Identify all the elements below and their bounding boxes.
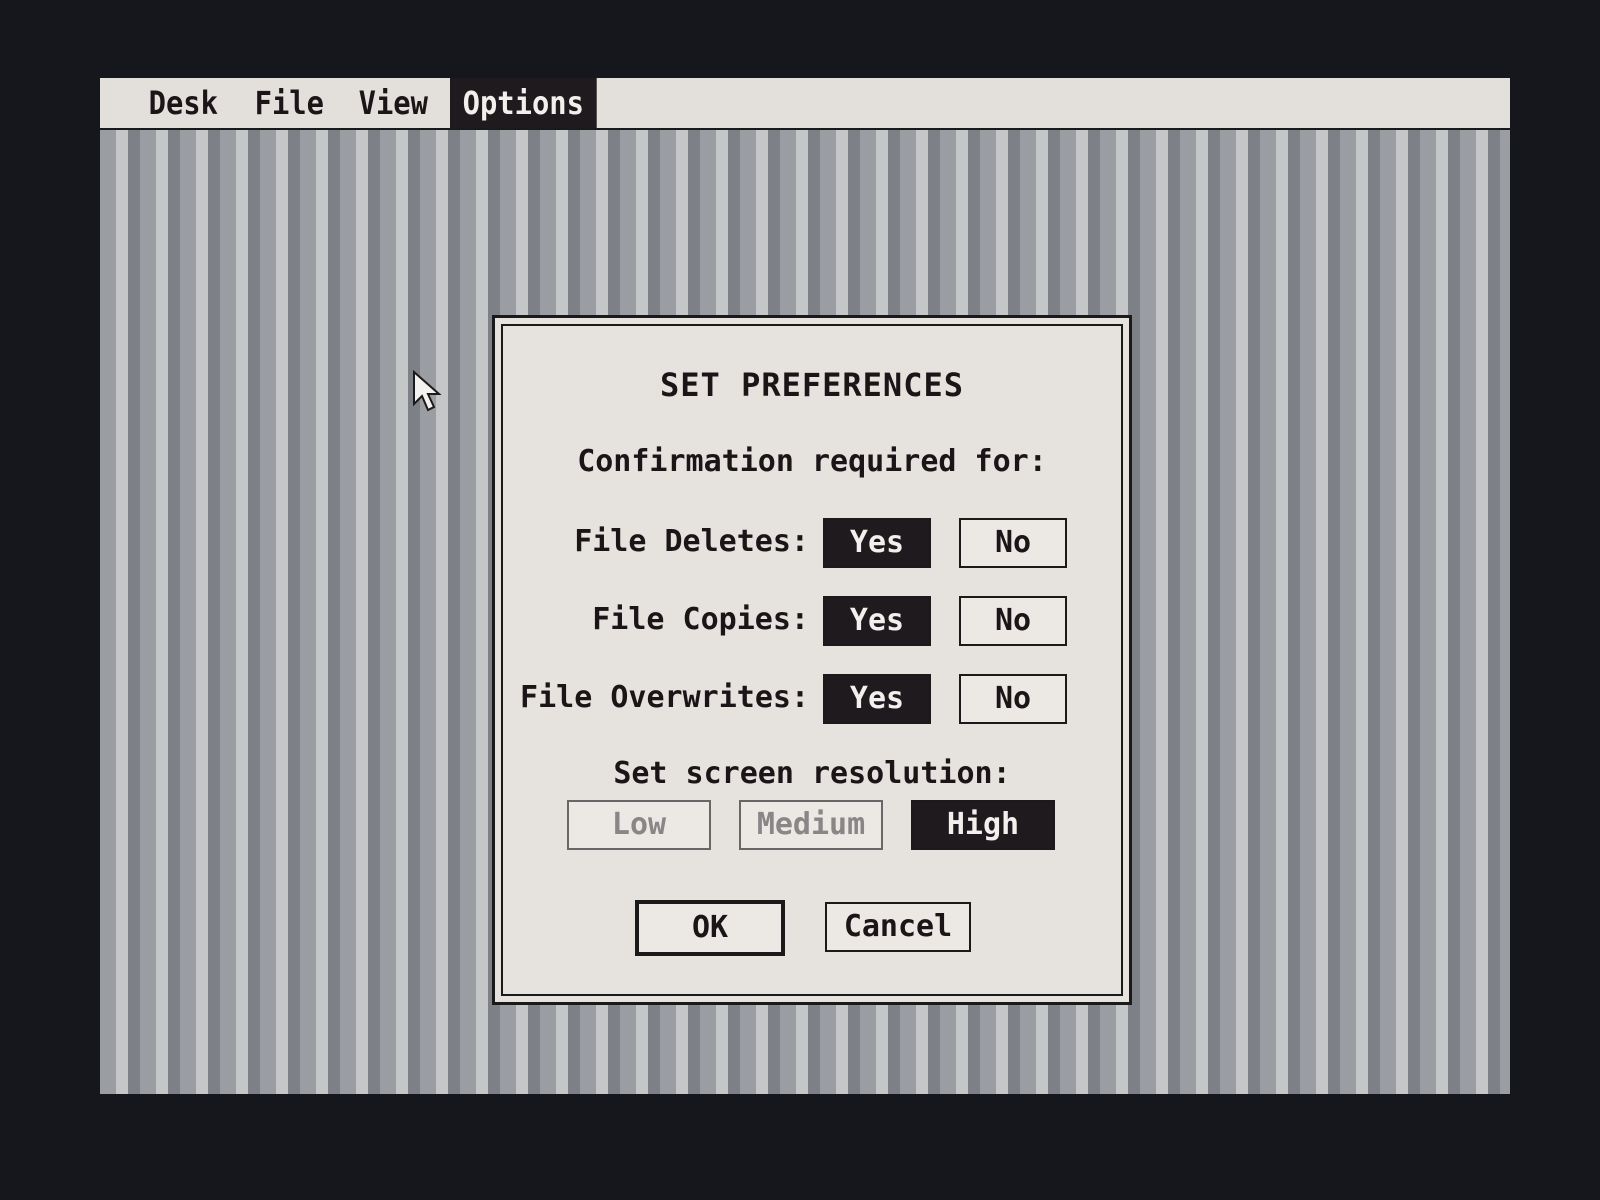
desktop-background[interactable]: SET PREFERENCES Confirmation required fo… bbox=[100, 130, 1510, 1094]
file-deletes-no-button[interactable]: No bbox=[959, 518, 1067, 568]
file-overwrites-yes-button[interactable]: Yes bbox=[823, 674, 931, 724]
monitor-screen: Desk File View Options SET PREFERENCES C… bbox=[100, 78, 1510, 1094]
resolution-heading: Set screen resolution: bbox=[613, 756, 1011, 791]
menu-bar: Desk File View Options bbox=[100, 78, 1510, 130]
menu-desk[interactable]: Desk bbox=[136, 78, 231, 128]
file-copies-label: File Copies: bbox=[592, 602, 809, 637]
file-deletes-label: File Deletes: bbox=[574, 524, 809, 559]
dialog-title: SET PREFERENCES bbox=[660, 366, 964, 404]
resolution-high-button[interactable]: High bbox=[911, 800, 1055, 850]
file-copies-yes-button[interactable]: Yes bbox=[823, 596, 931, 646]
file-deletes-yes-button[interactable]: Yes bbox=[823, 518, 931, 568]
file-overwrites-no-button[interactable]: No bbox=[959, 674, 1067, 724]
dialog-inner-frame: SET PREFERENCES Confirmation required fo… bbox=[501, 324, 1123, 996]
set-preferences-dialog: SET PREFERENCES Confirmation required fo… bbox=[492, 315, 1132, 1005]
resolution-medium-button[interactable]: Medium bbox=[739, 800, 883, 850]
menu-file[interactable]: File bbox=[242, 78, 337, 128]
ok-button[interactable]: OK bbox=[635, 900, 785, 956]
confirmation-heading: Confirmation required for: bbox=[577, 444, 1047, 479]
file-overwrites-label: File Overwrites: bbox=[520, 680, 809, 715]
file-copies-no-button[interactable]: No bbox=[959, 596, 1067, 646]
menu-options[interactable]: Options bbox=[450, 78, 597, 128]
cancel-button[interactable]: Cancel bbox=[825, 902, 971, 952]
mouse-pointer-icon bbox=[413, 370, 442, 412]
menu-view[interactable]: View bbox=[346, 78, 441, 128]
resolution-low-button[interactable]: Low bbox=[567, 800, 711, 850]
